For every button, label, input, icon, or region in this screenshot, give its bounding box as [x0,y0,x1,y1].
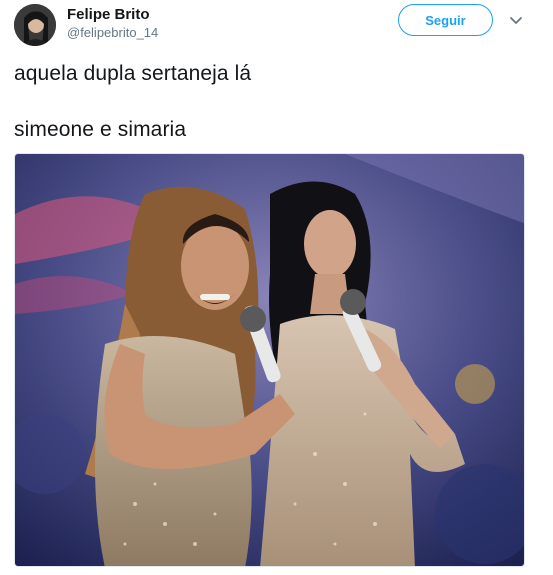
avatar[interactable] [14,4,56,46]
concert-photo [15,154,524,566]
tweet-media-photo[interactable] [14,153,525,567]
user-handle[interactable]: @felipebrito_14 [67,25,158,40]
tweet-card: Felipe Brito @felipebrito_14 Seguir aque… [0,0,553,575]
follow-button[interactable]: Seguir [398,4,493,36]
user-display-name[interactable]: Felipe Brito [67,6,150,23]
tweet-text-line-1: aquela dupla sertaneja lá [14,62,252,85]
avatar-image [14,4,56,46]
tweet-text-line-2: simeone e simaria [14,118,187,141]
chevron-down-icon[interactable] [508,12,524,28]
